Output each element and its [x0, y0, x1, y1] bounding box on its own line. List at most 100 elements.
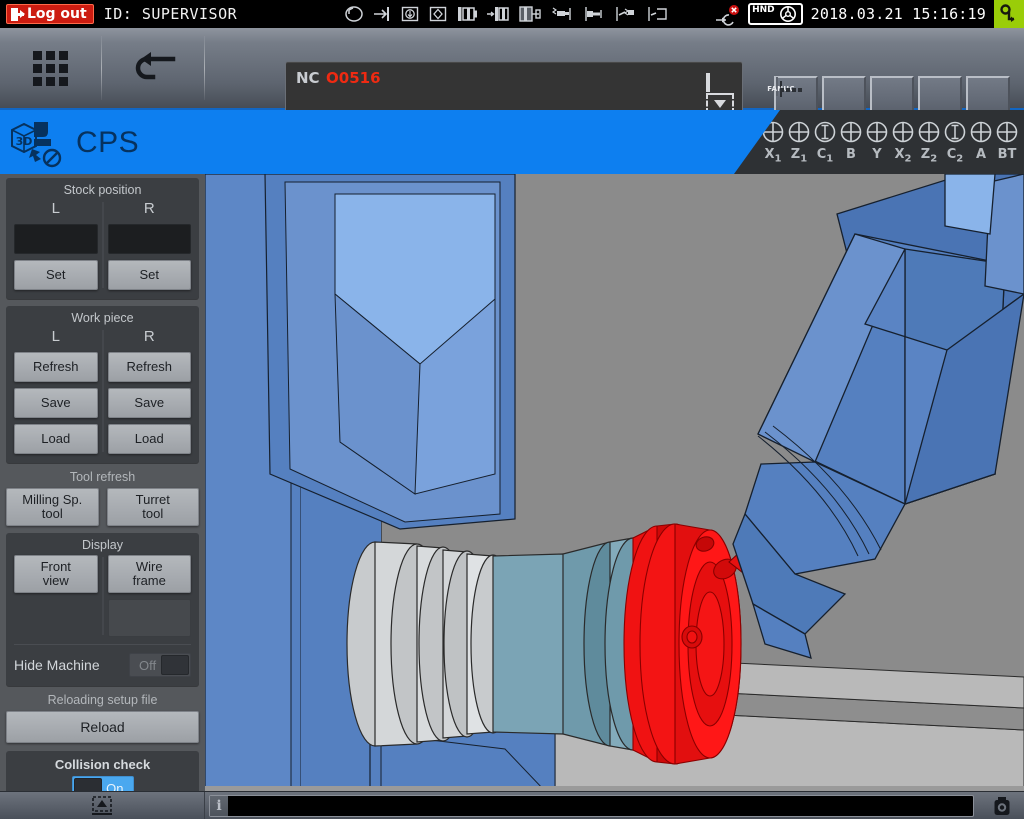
reloading-setup-title: Reloading setup file: [6, 693, 199, 707]
workpiece-measure-icon[interactable]: [518, 4, 542, 24]
wire-frame-line2: frame: [133, 574, 166, 588]
nc-program-number: O0516: [326, 69, 381, 87]
turret-tool-line1: Turret: [136, 493, 170, 507]
stock-left-set-button[interactable]: Set: [14, 260, 98, 290]
program-select-icon[interactable]: [706, 75, 734, 107]
tool-refresh-row: Milling Sp. tool Turret tool: [6, 488, 199, 526]
status-bar: Log out ID: SUPERVISOR: [0, 0, 1024, 28]
screenshot-button[interactable]: [980, 792, 1024, 819]
workpiece-left-head: L: [14, 328, 98, 345]
tool-change-left-icon[interactable]: [550, 4, 574, 24]
hide-machine-label: Hide Machine: [14, 657, 100, 673]
message-bar[interactable]: i: [209, 795, 974, 817]
display-group: Display Front view Wire: [6, 533, 199, 686]
display-title: Display: [14, 538, 191, 552]
power-key-icon[interactable]: [994, 0, 1024, 28]
workpiece-right-load-button[interactable]: Load: [108, 424, 192, 454]
svg-text:3D: 3D: [16, 135, 33, 148]
stock-right-value-field[interactable]: [108, 224, 192, 254]
3d-collision-prevention-icon: 3D: [8, 118, 66, 168]
cps-header: 3D CPS X1 Z1 C1: [0, 110, 1024, 174]
stock-left-value-field[interactable]: [14, 224, 98, 254]
panel-expand-icon: [89, 795, 115, 817]
workpiece-holder-icon[interactable]: [456, 4, 478, 24]
stock-right-head: R: [108, 200, 192, 217]
axis-indicator-BT[interactable]: BT: [994, 120, 1020, 165]
tailstock-advance-icon[interactable]: [486, 4, 510, 24]
logout-door-icon: [11, 8, 24, 21]
program-restart-icon[interactable]: [372, 4, 392, 24]
toolbar-divider-2: [204, 36, 205, 100]
tool-refresh-title: Tool refresh: [6, 470, 199, 484]
main-toolbar: NC O0516 FANUC: [0, 28, 1024, 110]
front-view-line1: Front: [41, 560, 71, 574]
hide-machine-knob: [161, 655, 189, 675]
axis-indicator-Z2[interactable]: Z2: [916, 120, 942, 165]
axis-indicator-Y[interactable]: Y: [864, 120, 890, 165]
hide-machine-toggle[interactable]: Off: [129, 653, 191, 677]
front-view-button[interactable]: Front view: [14, 555, 98, 593]
collision-check-title: Collision check: [14, 757, 191, 772]
axis-indicator-X2[interactable]: X2: [890, 120, 916, 165]
logout-button[interactable]: Log out: [6, 4, 94, 24]
fanuc-cnc-icon: FANUC: [776, 77, 778, 96]
stock-position-group: Stock position L Set R Set: [6, 178, 199, 299]
work-piece-group: Work piece L Refresh Save Load R Refresh…: [6, 306, 199, 463]
logout-label: Log out: [27, 7, 87, 21]
axis-indicator-C2[interactable]: C2: [942, 120, 968, 165]
tool-measure-icon[interactable]: [582, 4, 606, 24]
3d-machine-simulation-viewport[interactable]: [205, 174, 1024, 791]
tool-offset-icon[interactable]: [614, 4, 638, 24]
workpiece-left-refresh-button[interactable]: Refresh: [14, 352, 98, 382]
screenshot-camera-icon: [991, 795, 1013, 817]
axis-indicator-C1[interactable]: C1: [812, 120, 838, 165]
workpiece-right-refresh-button[interactable]: Refresh: [108, 352, 192, 382]
milling-tool-line1: Milling Sp.: [22, 493, 82, 507]
reload-button[interactable]: Reload: [6, 711, 199, 743]
front-view-line2: view: [41, 574, 71, 588]
grid-menu-icon: [33, 51, 68, 86]
eject-alarm-icon: [714, 4, 740, 24]
axis-indicator-A[interactable]: A: [968, 120, 994, 165]
handwheel-mode-indicator: HND: [748, 3, 803, 25]
page-title: CPS: [76, 126, 139, 160]
axis-indicator-Z1[interactable]: Z1: [786, 120, 812, 165]
return-arrow-icon: [129, 51, 177, 85]
wire-frame-line1: Wire: [133, 560, 166, 574]
status-icon-row: [344, 2, 670, 26]
panel-expand-button[interactable]: [0, 792, 205, 819]
stock-left-head: L: [14, 200, 98, 217]
bottom-status-bar: i: [0, 791, 1024, 819]
turret-tool-line2: tool: [136, 507, 170, 521]
hide-machine-row: Hide Machine Off: [14, 644, 191, 677]
cycle-start-icon[interactable]: [344, 4, 364, 24]
control-sidebar: Stock position L Set R Set Work piece: [0, 174, 205, 791]
chuck-clamp-icon[interactable]: [400, 4, 420, 24]
machine-3d-scene: [205, 174, 1024, 791]
stock-divider: [102, 202, 103, 288]
work-piece-title: Work piece: [14, 311, 191, 325]
milling-spindle-tool-button[interactable]: Milling Sp. tool: [6, 488, 99, 526]
workpiece-right-save-button[interactable]: Save: [108, 388, 192, 418]
datetime-label: 2018.03.21 15:16:19: [811, 5, 986, 23]
stock-right-set-button[interactable]: Set: [108, 260, 192, 290]
steering-wheel-icon: [777, 5, 799, 23]
display-divider: [102, 557, 103, 635]
turret-tool-button[interactable]: Turret tool: [107, 488, 200, 526]
axis-indicator-B[interactable]: B: [838, 120, 864, 165]
workpiece-left-load-button[interactable]: Load: [14, 424, 98, 454]
workpiece-left-save-button[interactable]: Save: [14, 388, 98, 418]
tool-retract-icon[interactable]: [646, 4, 670, 24]
toolbar-divider-1: [101, 36, 102, 100]
hide-machine-state: Off: [130, 658, 156, 673]
display-empty-slot[interactable]: [108, 599, 192, 637]
stock-position-title: Stock position: [14, 183, 191, 197]
spindle-orient-icon[interactable]: [428, 4, 448, 24]
cnc-cps-screen: Log out ID: SUPERVISOR: [0, 0, 1024, 819]
wire-frame-button[interactable]: Wire frame: [108, 555, 192, 593]
return-back-button[interactable]: [103, 28, 203, 108]
workpiece-right-head: R: [108, 328, 192, 345]
application-grid-button[interactable]: [0, 28, 100, 108]
axis-indicator-X1[interactable]: X1: [760, 120, 786, 165]
milling-tool-line2: tool: [22, 507, 82, 521]
